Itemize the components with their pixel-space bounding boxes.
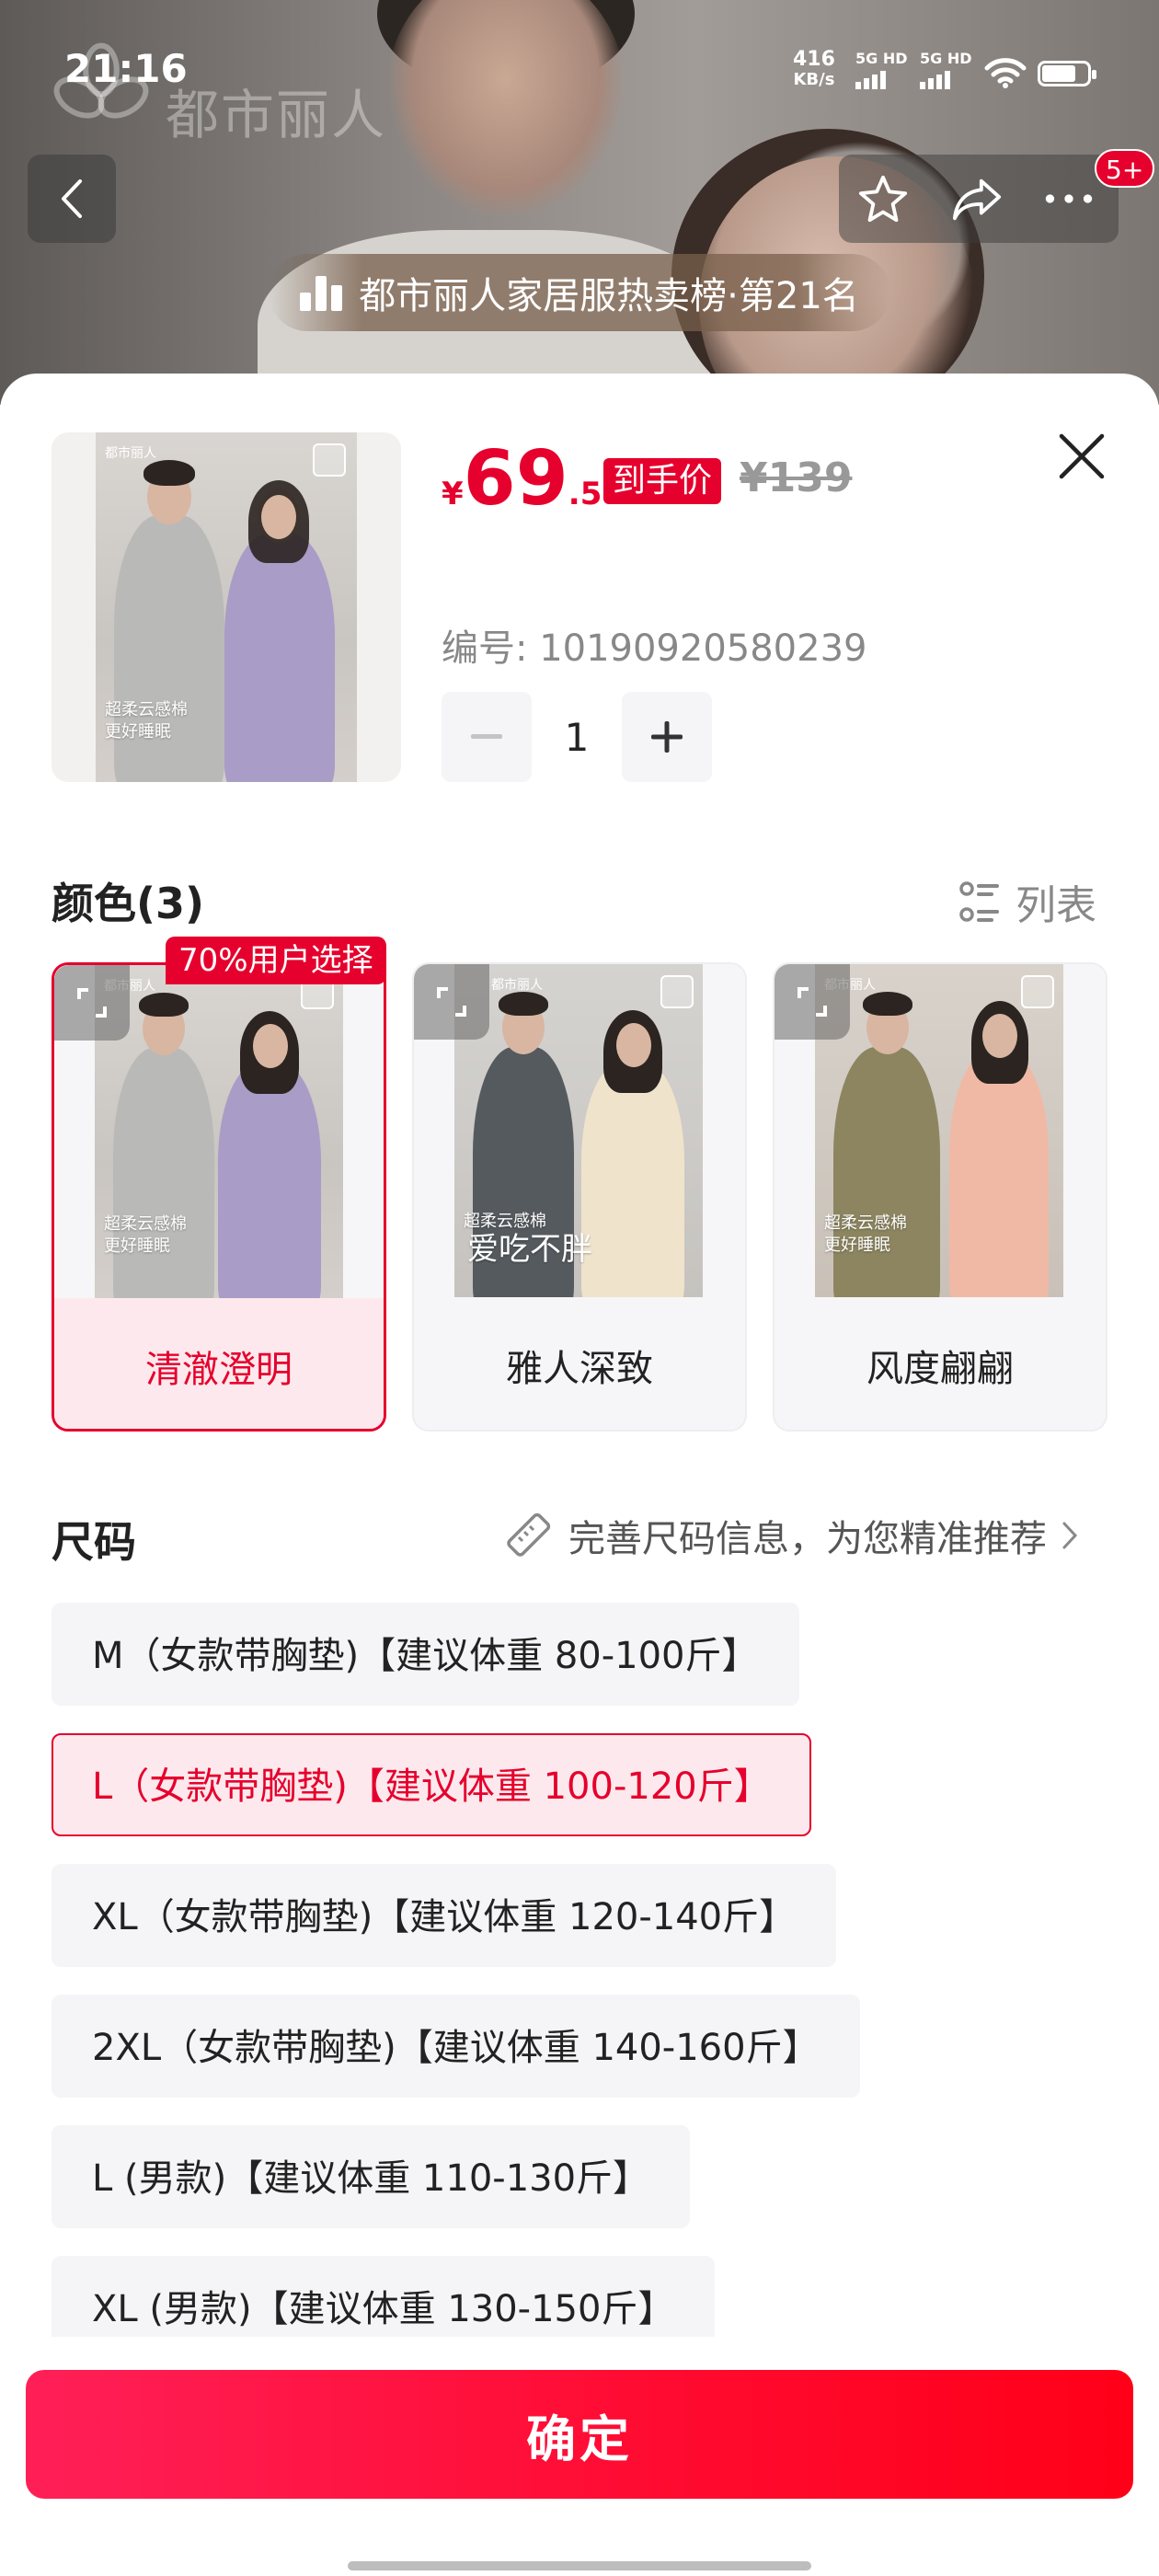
color-option-photo: 都市丽人 超柔云感棉 更好睡眠 xyxy=(95,965,343,1298)
minus-icon xyxy=(471,734,502,739)
color-section-title: 颜色(3) xyxy=(52,879,205,928)
cloud-badge-icon xyxy=(313,443,346,477)
list-view-toggle[interactable]: 列表 xyxy=(958,872,1096,931)
back-button[interactable] xyxy=(28,155,116,243)
confirm-button[interactable]: 确定 xyxy=(26,2370,1133,2499)
size-option-4[interactable]: 2XL（女款带胸垫)【建议体重 140-160斤】 xyxy=(52,1995,860,2098)
product-photo: 都市丽人 超柔云感棉 更好睡眠 xyxy=(96,432,357,782)
color-option-label: 风度翩翩 xyxy=(866,1348,1014,1390)
sku-number: 编号: 10190920580239 xyxy=(442,627,867,670)
list-icon xyxy=(959,881,999,922)
status-bar: 21:16 416 KB/s 5G HD 5G HD xyxy=(0,0,1159,138)
deal-price-tag: 到手价 xyxy=(603,458,722,504)
star-icon xyxy=(858,175,908,223)
battery-icon xyxy=(1038,61,1096,86)
decrease-quantity-button[interactable] xyxy=(442,692,532,782)
chevron-right-icon xyxy=(1062,1522,1078,1549)
signal-icon: 5G HD xyxy=(855,50,908,89)
close-button[interactable] xyxy=(1054,429,1109,484)
signal-icon-2: 5G HD xyxy=(920,50,972,89)
color-option-1[interactable]: 都市丽人 超柔云感棉 更好睡眠 清澈澄明 xyxy=(52,962,386,1432)
size-option-2[interactable]: L（女款带胸垫)【建议体重 100-120斤】 xyxy=(52,1733,811,1836)
ranking-icon xyxy=(300,274,343,311)
home-indicator[interactable] xyxy=(348,2561,811,2570)
clock: 21:16 xyxy=(64,46,188,91)
size-section-title: 尺码 xyxy=(52,1517,136,1567)
wifi-icon xyxy=(984,58,1027,88)
ruler-icon xyxy=(507,1512,551,1557)
share-button[interactable] xyxy=(951,173,1003,224)
network-speed: 416 KB/s xyxy=(793,48,835,90)
quantity-value[interactable]: 1 xyxy=(532,715,622,760)
color-option-label: 雅人深致 xyxy=(506,1348,653,1390)
expand-icon[interactable] xyxy=(54,965,130,1041)
rank-banner-text: 都市丽人家居服热卖榜·第21名 xyxy=(359,275,859,317)
color-option-3[interactable]: 都市丽人 超柔云感棉 更好睡眠 风度翩翩 xyxy=(773,962,1107,1432)
color-option-photo: 都市丽人 超柔云感棉 更好睡眠 xyxy=(815,964,1063,1297)
expand-icon[interactable] xyxy=(414,964,489,1040)
product-thumbnail[interactable]: 都市丽人 超柔云感棉 更好睡眠 xyxy=(52,432,401,782)
favorite-button[interactable] xyxy=(857,173,909,224)
current-price: ¥ 69 .5 xyxy=(442,435,602,523)
notification-badge: 5+ xyxy=(1095,149,1155,188)
plus-icon xyxy=(651,721,683,753)
more-icon xyxy=(1045,194,1093,203)
quantity-stepper: 1 xyxy=(442,692,712,782)
size-option-1[interactable]: M（女款带胸垫)【建议体重 80-100斤】 xyxy=(52,1603,799,1706)
size-option-3[interactable]: XL（女款带胸垫)【建议体重 120-140斤】 xyxy=(52,1864,837,1967)
close-icon xyxy=(1059,433,1105,479)
color-option-photo: 都市丽人 超柔云感棉 爱吃不胖 xyxy=(454,964,703,1297)
original-price: ¥139 xyxy=(740,454,853,501)
popular-choice-tag: 70%用户选择 xyxy=(166,937,386,984)
more-button[interactable] xyxy=(1043,173,1095,224)
top-action-group xyxy=(839,155,1119,243)
expand-icon[interactable] xyxy=(775,964,850,1040)
share-icon xyxy=(952,178,1002,221)
color-option-2[interactable]: 都市丽人 超柔云感棉 爱吃不胖 雅人深致 xyxy=(412,962,747,1432)
chevron-left-icon xyxy=(62,179,82,218)
increase-quantity-button[interactable] xyxy=(622,692,712,782)
size-info-link[interactable]: 完善尺码信息，为您精准推荐 xyxy=(502,1509,1078,1562)
size-option-5[interactable]: L (男款)【建议体重 110-130斤】 xyxy=(52,2125,691,2228)
color-option-label: 清澈澄明 xyxy=(54,1298,384,1429)
rank-banner[interactable]: 都市丽人家居服热卖榜·第21名 xyxy=(269,254,890,331)
